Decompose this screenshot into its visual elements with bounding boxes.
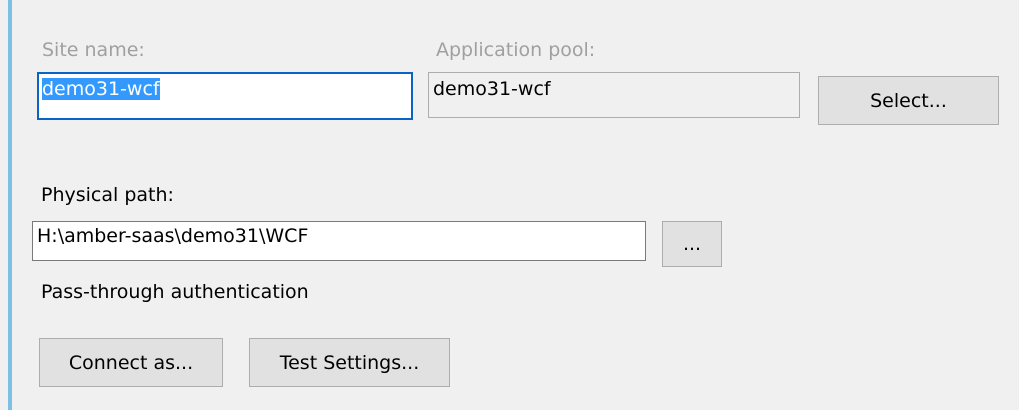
site-name-value: demo31-wcf [42,78,160,100]
pass-through-authentication-label: Pass-through authentication [41,281,309,303]
browse-physical-path-button[interactable]: ... [662,221,722,267]
application-pool-label: Application pool: [436,39,596,61]
site-name-input[interactable]: demo31-wcf [37,72,413,120]
select-application-pool-button[interactable]: Select... [818,76,999,125]
physical-path-label: Physical path: [41,184,174,206]
site-name-label: Site name: [42,39,145,61]
connect-as-button[interactable]: Connect as... [39,338,223,387]
test-settings-button[interactable]: Test Settings... [249,338,450,387]
left-accent-bar [8,0,12,410]
application-pool-value: demo31-wcf [433,78,551,100]
application-pool-field: demo31-wcf [428,72,800,118]
edit-site-panel: Site name: demo31-wcf Application pool: … [0,0,1019,410]
physical-path-input[interactable]: H:\amber-saas\demo31\WCF [32,221,646,261]
physical-path-value: H:\amber-saas\demo31\WCF [37,225,309,247]
